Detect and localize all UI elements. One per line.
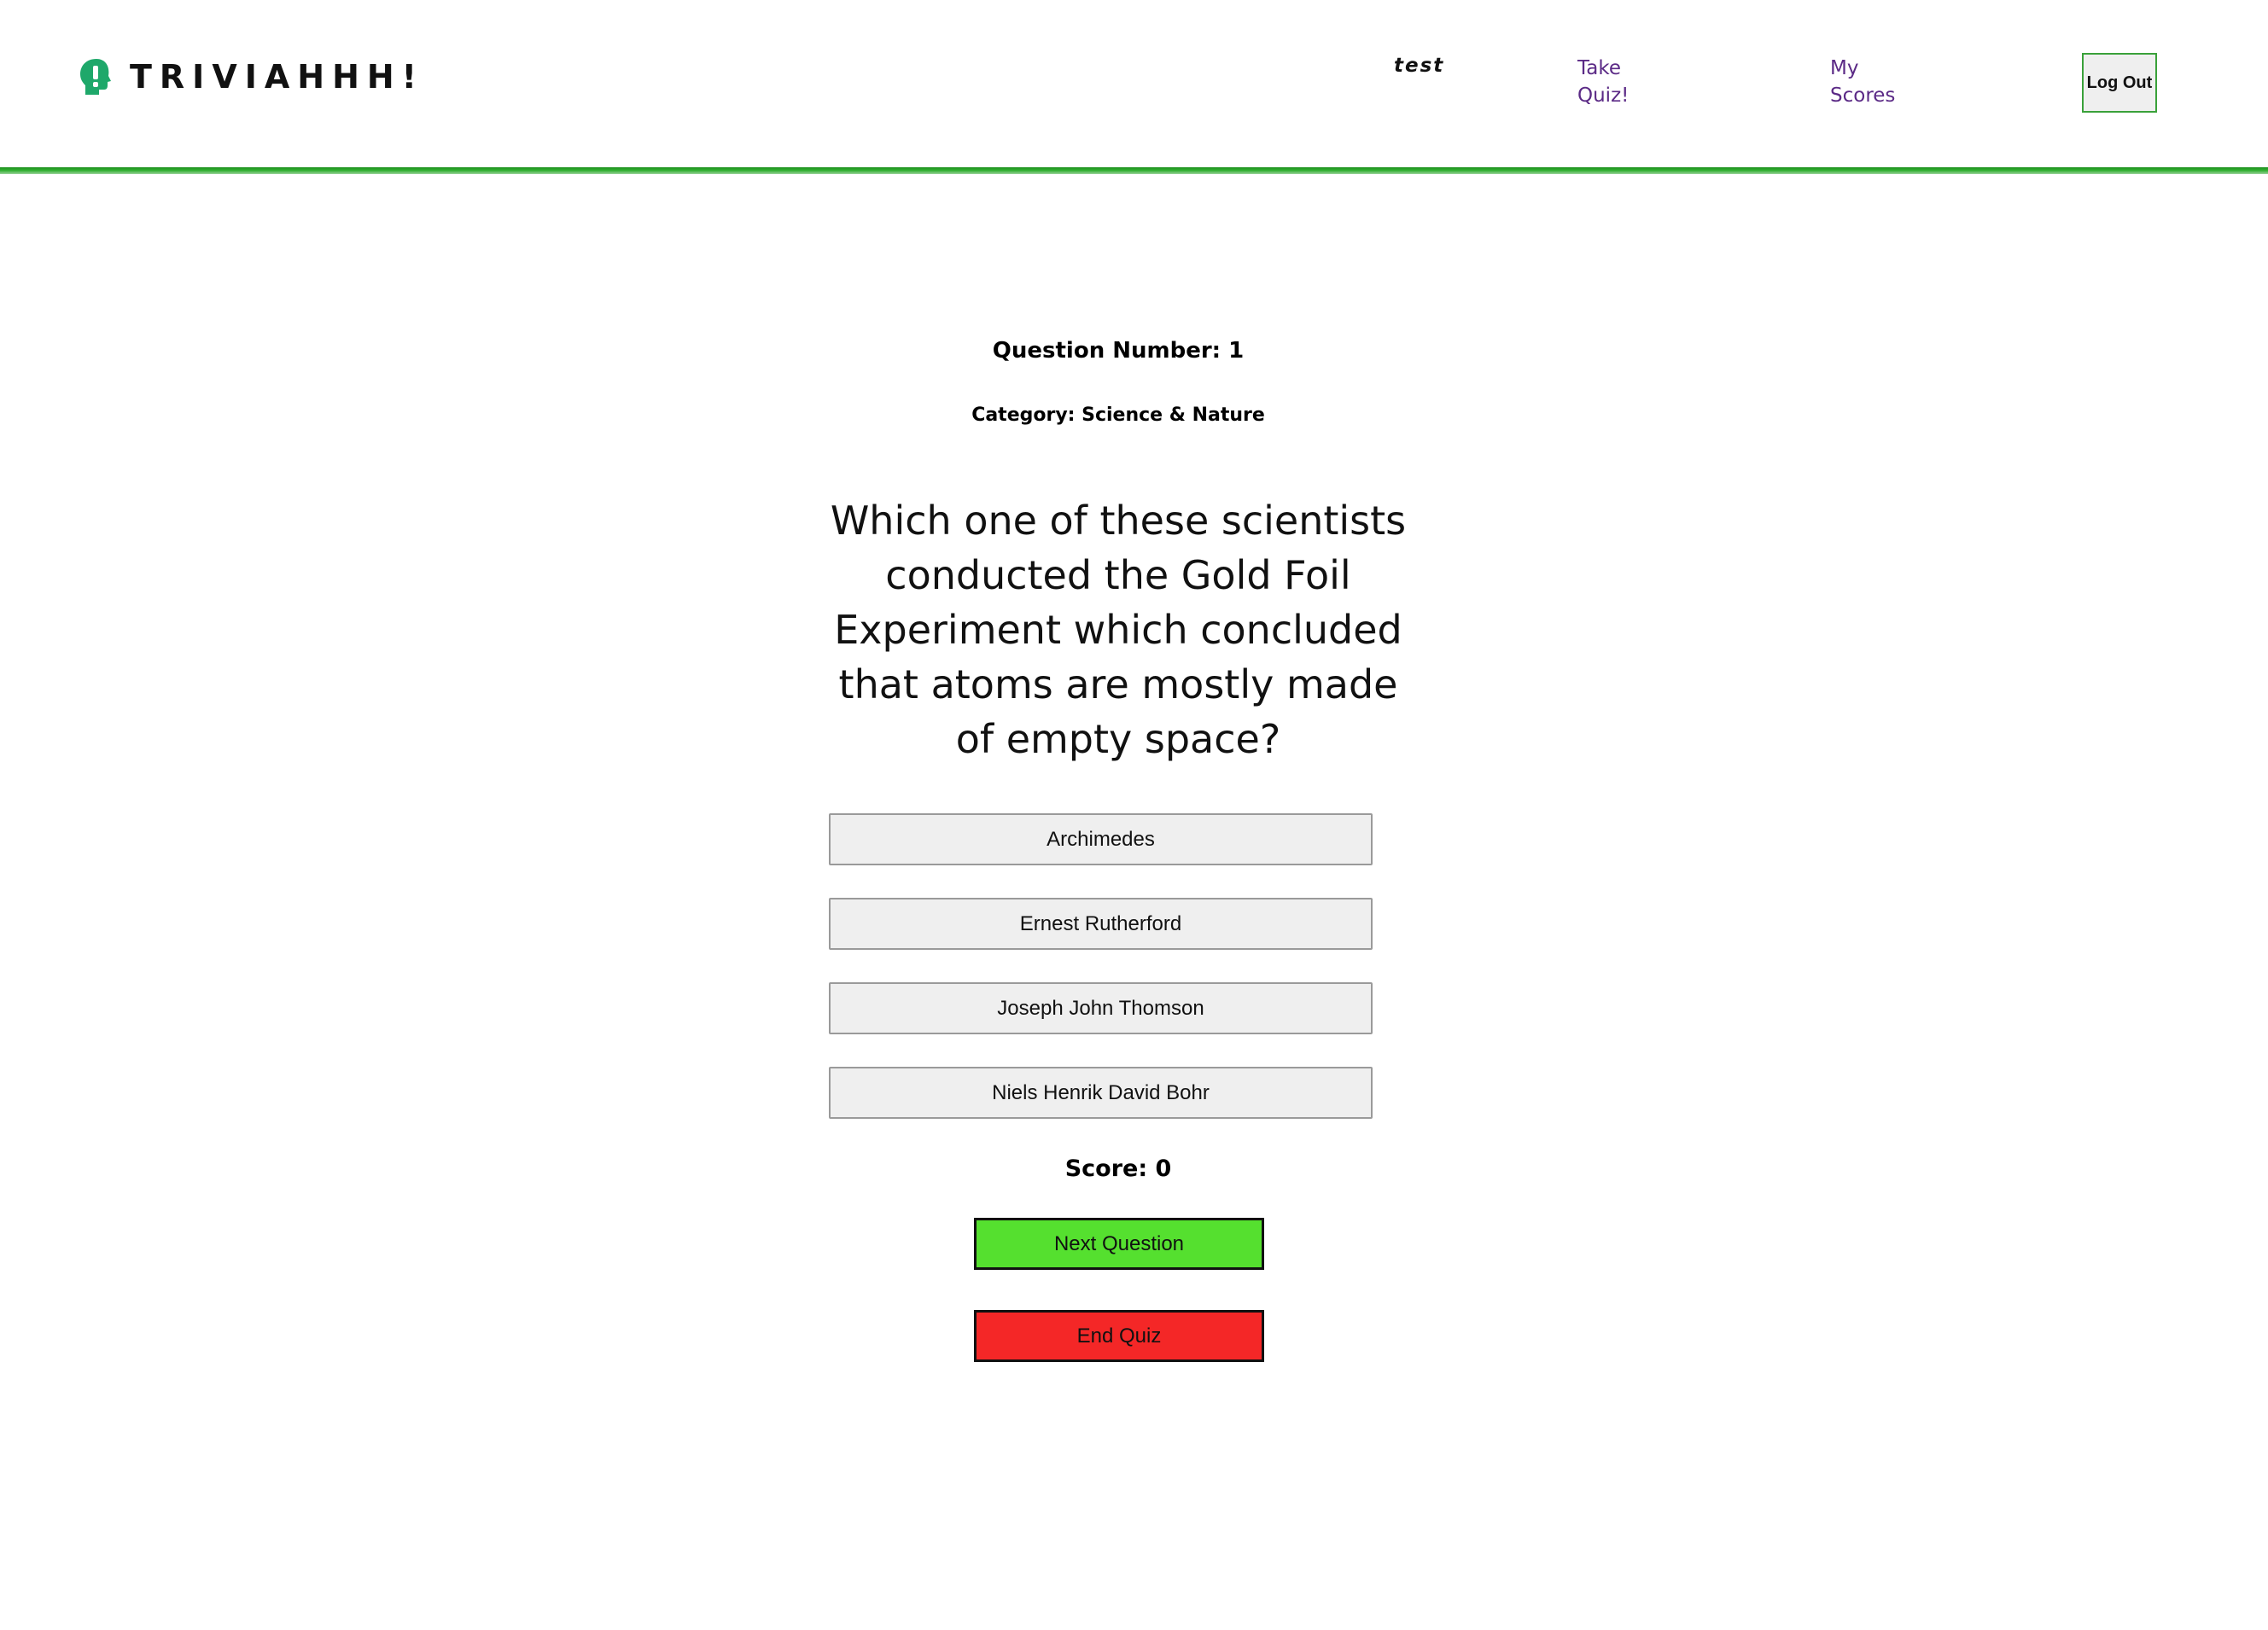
question-category: Category: Science & Nature [971, 405, 1265, 426]
current-user-label: test [1394, 55, 1445, 77]
site-logo[interactable]: TRIVIAHHH! [79, 56, 424, 97]
answer-button[interactable]: Joseph John Thomson [829, 982, 1373, 1034]
nav-my-scores-link[interactable]: My Scores [1830, 55, 1924, 109]
next-question-button[interactable]: Next Question [974, 1218, 1264, 1270]
logout-button[interactable]: Log Out [2082, 53, 2157, 113]
logo-text: TRIVIAHHH! [130, 58, 425, 96]
head-exclamation-icon [80, 59, 111, 95]
score-display: Score: 0 [1064, 1156, 1172, 1182]
header-divider [0, 167, 2268, 174]
top-header: TRIVIAHHH! test Take Quiz! My Scores Log… [0, 0, 2268, 167]
question-text: Which one of these scientists conducted … [830, 498, 1407, 762]
nav-take-quiz-link[interactable]: Take Quiz! [1577, 55, 1671, 109]
answer-button[interactable]: Archimedes [829, 813, 1373, 865]
answer-button[interactable]: Ernest Rutherford [829, 898, 1373, 950]
end-quiz-button[interactable]: End Quiz [974, 1310, 1264, 1362]
question-number: Question Number: 1 [992, 338, 1245, 364]
answer-button[interactable]: Niels Henrik David Bohr [829, 1067, 1373, 1119]
